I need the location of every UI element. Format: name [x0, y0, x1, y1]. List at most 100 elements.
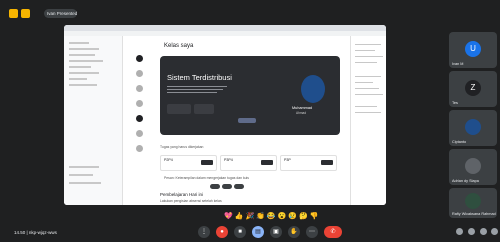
settings-icon[interactable]	[136, 145, 143, 152]
page-title: Kelas saya	[164, 43, 194, 49]
sidebar-line	[69, 54, 95, 56]
teacher-name: Muhammad	[292, 106, 313, 110]
task-card-code: P2P4	[164, 158, 173, 162]
panel-line	[355, 76, 381, 78]
captions-icon[interactable]: ▤	[252, 226, 264, 238]
bottom-bar: 14.50 | nkp-wjqz-wws ⋮ ● ■ ▤ ▣ ✋ ⋯ ✆	[0, 222, 500, 242]
course-icon[interactable]	[136, 85, 143, 92]
teacher-avatar	[301, 75, 325, 103]
panel-line	[355, 44, 381, 46]
raise-hand-icon[interactable]: ✋	[288, 226, 300, 238]
reaction-bar: 💖 👍 🎉 👏 😂 😮 😢 🤔 👎	[224, 212, 318, 221]
meeting-menu-icon[interactable]	[9, 9, 18, 18]
meeting-clock: 14.50 | nkp-wjqz-wws	[14, 230, 57, 235]
course-hero[interactable]: Sistem Terdistribusi Muhammad Ahmad	[160, 56, 340, 135]
more-options-icon[interactable]: ⋮	[198, 226, 210, 238]
tag	[234, 184, 244, 189]
teacher-sub: Ahmad	[296, 111, 307, 115]
sidebar-line	[69, 182, 101, 184]
task-card-code: P3P	[284, 158, 291, 162]
reaction[interactable]: 👎	[310, 212, 319, 221]
participant-name: Ivan M	[452, 62, 464, 66]
reaction[interactable]: 🤔	[299, 212, 308, 221]
task-card-code: P3P4	[224, 158, 233, 162]
participant-name: Ciptanto	[452, 140, 467, 144]
sidebar-line	[69, 66, 91, 68]
task-card-button[interactable]	[321, 160, 333, 165]
task-card-button[interactable]	[201, 160, 213, 165]
hero-text-line	[167, 89, 223, 91]
hero-text-line	[167, 92, 217, 94]
hangup-icon[interactable]: ✆	[324, 226, 342, 238]
participant-avatar: Z	[465, 80, 481, 96]
chat-icon[interactable]	[136, 130, 143, 137]
participant-tile[interactable]: U Ivan M	[449, 32, 497, 68]
lms-sidebar	[64, 36, 123, 205]
task-card[interactable]: P3P	[280, 155, 337, 171]
participant-tile[interactable]: Z Tes	[449, 71, 497, 107]
logo-icon[interactable]	[136, 55, 143, 62]
participant-tile[interactable]: Ciptanto	[449, 110, 497, 146]
sidebar-line	[69, 166, 99, 168]
panel-line	[355, 56, 383, 58]
notice-text: Pesan: Keterampilan dalam mengerjakan tu…	[164, 176, 250, 180]
hero-stat	[194, 104, 214, 114]
panel-line	[355, 50, 375, 52]
reaction[interactable]: 😢	[288, 212, 297, 221]
presenting-icon[interactable]	[21, 9, 30, 18]
lms-main: Kelas saya Sistem Terdistribusi Muhammad…	[150, 36, 350, 205]
sidebar-line	[69, 84, 97, 86]
task-card[interactable]: P3P4	[220, 155, 277, 171]
active-nav-icon[interactable]	[136, 115, 143, 122]
panel-line	[355, 94, 383, 96]
participant-name: Adrian dy Siapa	[452, 179, 479, 183]
meeting-pill[interactable]: Ivan Presented	[44, 9, 77, 18]
hero-text-line	[167, 86, 227, 88]
mic-off-icon[interactable]: ●	[216, 226, 228, 238]
panel-line	[355, 88, 379, 90]
participant-avatar	[465, 193, 481, 209]
task-card[interactable]: P2P4	[160, 155, 217, 171]
sidebar-line	[69, 78, 87, 80]
panel-line	[355, 106, 377, 108]
sidebar-line	[69, 60, 103, 62]
sidebar-line	[69, 42, 89, 44]
participant-name: Tes	[452, 101, 458, 105]
task-card-button[interactable]	[261, 160, 273, 165]
course-title: Sistem Terdistribusi	[167, 73, 232, 82]
reaction[interactable]: 👏	[256, 212, 265, 221]
camera-icon[interactable]: ■	[234, 226, 246, 238]
reaction[interactable]: 👍	[235, 212, 244, 221]
right-panel	[350, 36, 386, 205]
reaction[interactable]: 🎉	[245, 212, 254, 221]
panel-line	[355, 82, 373, 84]
present-icon[interactable]: ▣	[270, 226, 282, 238]
participant-tile[interactable]: Rafiy Wicaksana Rahmad	[449, 188, 497, 218]
sidebar-line	[69, 174, 93, 176]
people-icon[interactable]	[468, 228, 475, 235]
home-icon[interactable]	[136, 70, 143, 77]
tag	[222, 184, 232, 189]
participant-avatar: U	[465, 41, 481, 57]
info-icon[interactable]	[456, 228, 463, 235]
participant-avatar	[465, 119, 481, 135]
reaction[interactable]: 😂	[267, 212, 276, 221]
tasks-label: Tugas yang harus dikerjakan	[160, 145, 204, 149]
lecture-title: Pembelajaran Hari ini	[160, 192, 204, 197]
sidebar-line	[69, 48, 99, 50]
sidebar-line	[69, 72, 99, 74]
activities-icon[interactable]	[491, 228, 498, 235]
reaction[interactable]: 💖	[224, 212, 233, 221]
hero-action-button[interactable]	[238, 118, 256, 123]
reaction[interactable]: 😮	[278, 212, 287, 221]
chat-icon[interactable]	[480, 228, 487, 235]
tag	[210, 184, 220, 189]
activities-icon[interactable]: ⋯	[306, 226, 318, 238]
shared-screen: Kelas saya Sistem Terdistribusi Muhammad…	[64, 25, 386, 205]
panel-line	[355, 112, 381, 114]
hero-stat	[167, 104, 191, 114]
participant-tile[interactable]: Adrian dy Siapa	[449, 149, 497, 185]
lecture-sub: Lakukan pengisian absensi setelah kelas	[160, 199, 222, 203]
panel-line	[355, 62, 377, 64]
calendar-icon[interactable]	[136, 100, 143, 107]
